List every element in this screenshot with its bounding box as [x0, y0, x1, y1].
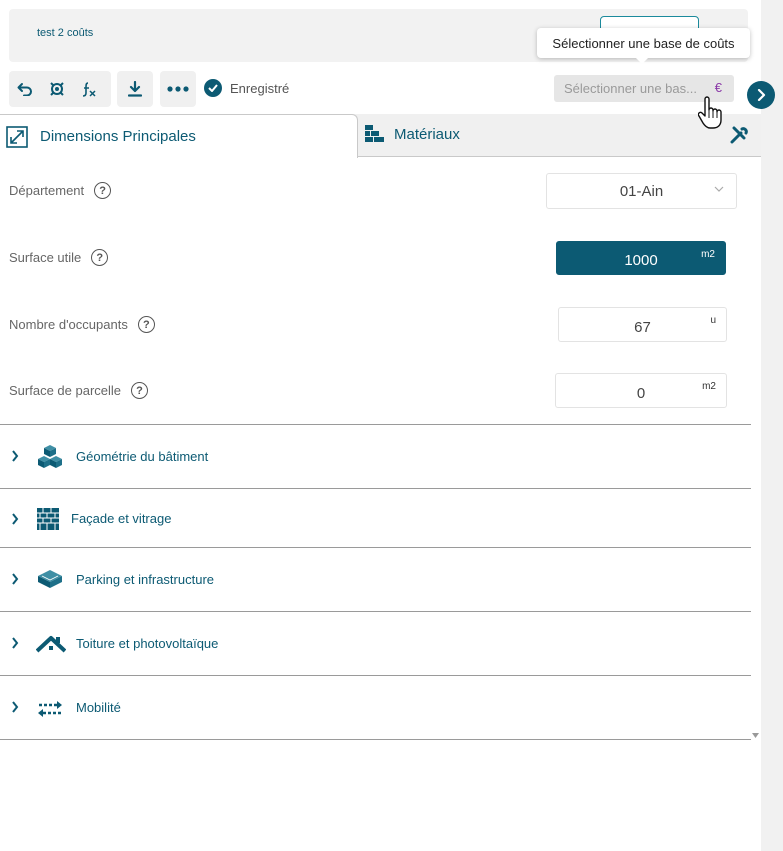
surface-utile-label: Surface utile ?: [9, 249, 109, 266]
tools-icon[interactable]: [729, 126, 749, 144]
tab-materials[interactable]: Matériaux: [364, 124, 460, 144]
saved-label: Enregistré: [230, 80, 290, 96]
hand-cursor-icon: [698, 96, 722, 129]
help-icon[interactable]: ?: [94, 182, 112, 199]
expand-icon: [6, 125, 28, 148]
field-departement: Département ? 01-Ain: [9, 173, 749, 209]
download-icon[interactable]: [117, 71, 153, 107]
surface-utile-input[interactable]: 1000 m2: [556, 241, 726, 275]
chevron-right-icon: [12, 701, 19, 713]
field-parcelle: Surface de parcelle ? 0 m2: [9, 373, 749, 409]
section-facade-label: Façade et vitrage: [71, 511, 172, 526]
fx-function-icon[interactable]: [73, 71, 105, 107]
chevron-right-icon: [12, 573, 19, 585]
occupants-input[interactable]: 67 u: [558, 307, 727, 342]
edit-toolbar: [9, 71, 111, 107]
parcelle-unit: m2: [702, 381, 716, 392]
parcelle-value: 0: [636, 384, 646, 402]
parcelle-input[interactable]: 0 m2: [555, 373, 727, 408]
chevron-right-icon: [12, 450, 19, 462]
section-parking-label: Parking et infrastructure: [76, 572, 215, 587]
parking-icon: [38, 570, 62, 588]
section-toiture[interactable]: Toiture et photovoltaïque: [0, 611, 751, 675]
surface-utile-unit: m2: [701, 249, 715, 260]
mobility-icon: [38, 701, 62, 717]
field-occupants: Nombre d'occupants ? 67 u: [9, 307, 749, 343]
occupants-label: Nombre d'occupants ?: [9, 316, 155, 333]
chevron-right-icon: [12, 513, 19, 525]
field-surface-utile: Surface utile ? 1000 m2: [9, 241, 749, 277]
chevron-right-icon: [12, 637, 19, 649]
section-mobilite-label: Mobilité: [76, 700, 121, 715]
undo-icon[interactable]: [9, 71, 41, 107]
section-mobilite[interactable]: Mobilité: [0, 675, 751, 739]
occupants-label-text: Nombre d'occupants: [9, 317, 128, 332]
tab-dimensions-label: Dimensions Principales: [40, 128, 196, 145]
scroll-down-icon[interactable]: [752, 733, 759, 738]
surface-utile-label-text: Surface utile: [9, 250, 82, 265]
more-group: [160, 71, 196, 107]
chevron-down-icon: [714, 186, 724, 192]
main-tabs: Dimensions Principales Matériaux: [0, 114, 761, 158]
tab-materials-label: Matériaux: [394, 125, 460, 143]
surface-utile-value: 1000: [624, 251, 658, 269]
sections-bottom-divider: [0, 739, 751, 740]
section-parking[interactable]: Parking et infrastructure: [0, 547, 751, 611]
occupants-value: 67: [634, 318, 651, 336]
help-icon[interactable]: ?: [131, 382, 149, 399]
tab-dimensions[interactable]: Dimensions Principales: [0, 114, 358, 158]
departement-select[interactable]: 01-Ain: [546, 173, 737, 209]
parcelle-label: Surface de parcelle ?: [9, 382, 149, 399]
check-circle-icon: [204, 79, 222, 97]
facade-icon: [37, 508, 59, 530]
cost-base-placeholder: Sélectionner une bas...: [564, 81, 697, 96]
section-facade[interactable]: Façade et vitrage: [0, 488, 751, 547]
departement-label-text: Département: [9, 183, 85, 198]
saved-status: Enregistré: [204, 79, 289, 97]
section-geometrie-label: Géométrie du bâtiment: [76, 449, 209, 464]
project-name[interactable]: test 2 coûts: [37, 27, 93, 39]
bricks-icon: [365, 125, 384, 142]
target-icon[interactable]: [41, 71, 73, 107]
parcelle-label-text: Surface de parcelle: [9, 383, 122, 398]
departement-value: 01-Ain: [619, 182, 664, 200]
help-icon[interactable]: ?: [91, 249, 109, 266]
section-toiture-label: Toiture et photovoltaïque: [76, 636, 219, 651]
expand-panel-button[interactable]: [747, 81, 775, 109]
chevron-right-icon: [757, 89, 766, 101]
euro-icon: €: [714, 80, 722, 95]
more-icon[interactable]: [160, 71, 196, 107]
section-geometrie[interactable]: Géométrie du bâtiment: [0, 424, 751, 488]
cost-base-tooltip: Sélectionner une base de coûts: [537, 28, 750, 64]
help-icon[interactable]: ?: [137, 316, 155, 333]
roof-icon: [36, 636, 66, 653]
departement-label: Département ?: [9, 182, 112, 199]
download-group: [117, 71, 153, 107]
occupants-unit: u: [710, 315, 716, 326]
cubes-icon: [38, 445, 62, 468]
side-scroll-track[interactable]: [761, 0, 783, 851]
